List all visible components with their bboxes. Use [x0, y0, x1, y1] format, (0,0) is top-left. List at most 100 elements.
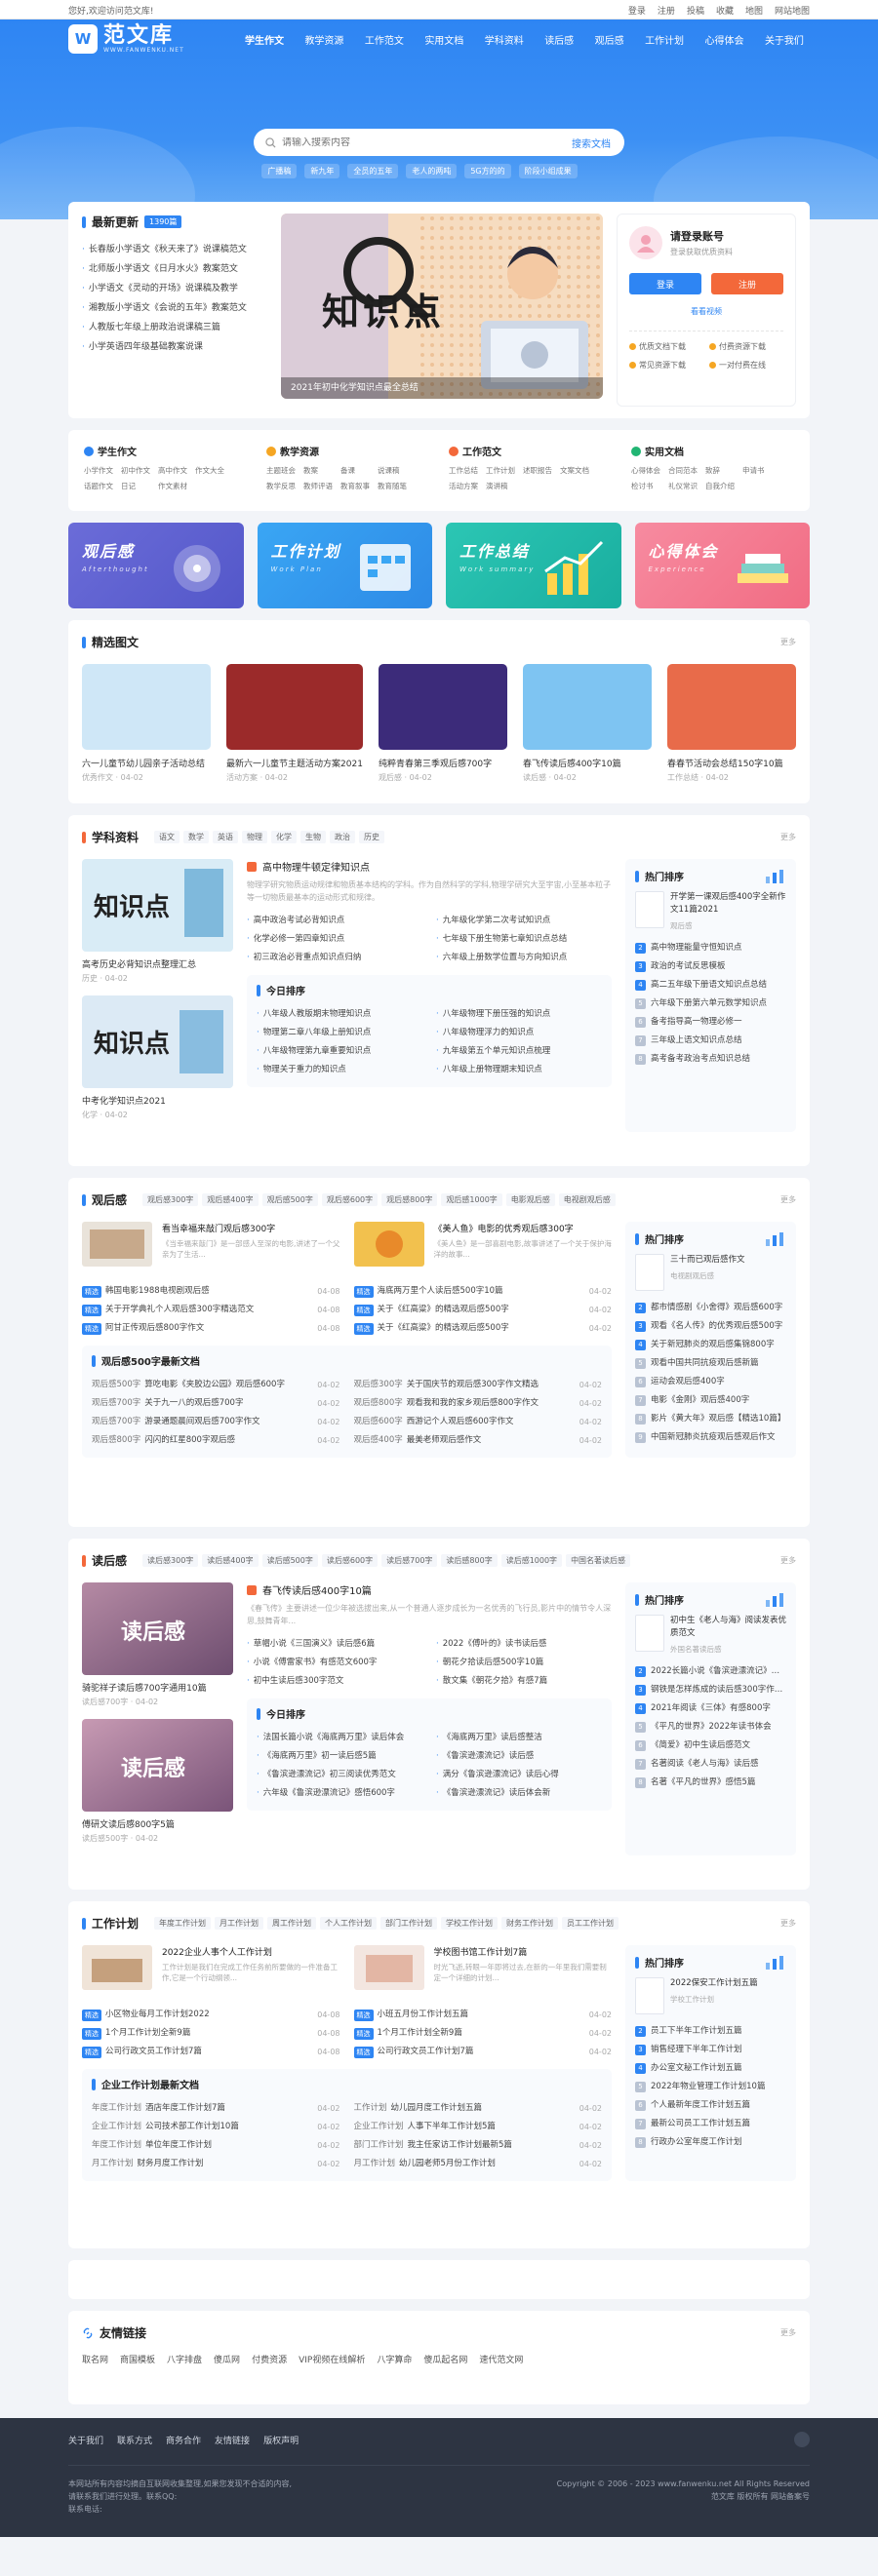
pick-card[interactable]: 最新六一儿童节主题活动方案2021 活动方案 · 04-02 — [226, 664, 363, 783]
list-item[interactable]: 企业工作计划 人事下半年工作计划5篇 04-02 — [354, 2118, 603, 2136]
list-item[interactable]: 《鲁滨逊漂流记》读后感 — [436, 1747, 602, 1766]
footer-link[interactable]: 友情链接 — [215, 2434, 250, 2446]
sitemap-link[interactable]: 网站地图 — [775, 4, 810, 17]
category-header[interactable]: 工作范文 — [449, 444, 612, 458]
rank-item[interactable]: 5 《平凡的世界》2022年读书体会 — [635, 1718, 786, 1737]
list-item[interactable]: 月工作计划 财务月度工作计划 04-02 — [92, 2155, 340, 2173]
list-item[interactable]: 精选 小区物业每月工作计划2022 04-08 — [82, 2006, 340, 2024]
tab[interactable]: 观后感500字 — [261, 1193, 318, 1206]
category-header[interactable]: 教学资源 — [266, 444, 429, 458]
rank-item[interactable]: 8 高考备考政治考点知识总结 — [635, 1050, 786, 1069]
list-item[interactable]: 六年级《鲁滨逊漂流记》感悟600字 — [257, 1784, 422, 1803]
rank-item[interactable]: 6 个人最新年度工作计划五篇 — [635, 2096, 786, 2115]
rank-item[interactable]: 2 员工下半年工作计划五篇 — [635, 2022, 786, 2041]
more-link[interactable]: 更多 — [780, 1194, 796, 1205]
tab[interactable]: 历史 — [359, 831, 385, 843]
rank-item[interactable]: 6 备考指导高一物理必修一 — [635, 1013, 786, 1032]
rank-item[interactable]: 7 三年级上语文知识点总结 — [635, 1032, 786, 1050]
hotword[interactable]: 广播稿 — [261, 164, 298, 178]
rank-item[interactable]: 8 影片《黄大年》观后感【精选10篇】 — [635, 1410, 786, 1428]
tab[interactable]: 员工工作计划 — [562, 1917, 619, 1930]
category-link[interactable]: 主题班会 — [266, 465, 296, 476]
list-item[interactable]: 部门工作计划 我主任家访工作计划最新5篇 04-02 — [354, 2136, 603, 2155]
tab[interactable]: 政治 — [330, 831, 356, 843]
more-link[interactable]: 更多 — [780, 1555, 796, 1566]
footer-link[interactable]: 商务合作 — [166, 2434, 201, 2446]
list-item[interactable]: 小学语文《灵动的开场》说课稿及教学 — [82, 279, 267, 298]
more-link[interactable]: 更多 — [780, 832, 796, 842]
category-header[interactable]: 学生作文 — [84, 444, 247, 458]
more-link[interactable]: 更多 — [780, 1918, 796, 1929]
category-link[interactable]: 礼仪常识 — [668, 481, 698, 491]
tab[interactable]: 学校工作计划 — [441, 1917, 499, 1930]
list-item[interactable]: 八年级物理第九章重要知识点 — [257, 1042, 422, 1061]
list-item[interactable]: 化学必修一第四章知识点 — [247, 930, 422, 949]
category-link[interactable]: 合同范本 — [668, 465, 698, 476]
rank-item[interactable]: 7 电影《金刚》观后感400字 — [635, 1391, 786, 1410]
category-link[interactable]: 工作总结 — [449, 465, 478, 476]
tab[interactable]: 电视剧观后感 — [558, 1193, 616, 1206]
friend-link[interactable]: 付费资源 — [252, 2353, 287, 2365]
tab[interactable]: 读后感800字 — [441, 1554, 498, 1567]
rank-item[interactable]: 4 高二五年级下册语文知识点总结 — [635, 976, 786, 995]
feature-banner[interactable]: 心得体会 Experience — [634, 523, 810, 608]
list-item[interactable]: 精选 1个月工作计划全新9篇 04-02 — [353, 2024, 612, 2043]
pick-card[interactable]: 春春节活动会总结150字10篇 工作总结 · 04-02 — [667, 664, 797, 783]
more-link[interactable]: 更多 — [780, 2327, 796, 2338]
friend-link[interactable]: 傻瓜起名网 — [423, 2353, 467, 2365]
pick-card[interactable]: 春飞传读后感400字10篇 读后感 · 04-02 — [522, 664, 652, 783]
hotword[interactable]: 新九年 — [304, 164, 340, 178]
list-item[interactable]: 观后感700字 游录通题晨间观后感700字作文 04-02 — [92, 1413, 340, 1431]
rank-item[interactable]: 5 六年级下册第六单元数学知识点 — [635, 995, 786, 1013]
category-link[interactable]: 作文大全 — [195, 465, 224, 476]
tab[interactable]: 读后感500字 — [261, 1554, 318, 1567]
list-item[interactable]: 观后感700字 关于九一八的观后感700字 04-02 — [92, 1394, 340, 1413]
rank-item[interactable]: 8 名著《平凡的世界》感悟5篇 — [635, 1774, 786, 1792]
rank-top-item[interactable]: 开学第一课观后感400字全新作文11篇2021 观后感 — [635, 891, 786, 931]
list-item[interactable]: 观后感800字 观看我和我的家乡观后感800字作文 04-02 — [354, 1394, 603, 1413]
list-item[interactable]: 观后感300字 关于国庆节的观后感300字作文精选 04-02 — [354, 1376, 603, 1394]
category-link[interactable]: 文案文档 — [560, 465, 589, 476]
tab[interactable]: 中国名著读后感 — [566, 1554, 631, 1567]
rank-item[interactable]: 4 办公室文秘工作计划五篇 — [635, 2059, 786, 2078]
nav-item[interactable]: 关于我们 — [759, 32, 810, 47]
media-item[interactable]: 学校图书馆工作计划7篇 时光飞逝,转眼一年即将过去,在新的一年里我们需要制定一个详… — [353, 1945, 613, 1990]
feature-banner[interactable]: 观后感 Afterthought — [68, 523, 244, 608]
tab[interactable]: 读后感700字 — [381, 1554, 438, 1567]
list-item[interactable]: 精选 韩国电影1988电视剧观后感 04-08 — [82, 1282, 340, 1301]
nav-item[interactable]: 实用文档 — [419, 32, 469, 47]
rank-top-item[interactable]: 初中生《老人与海》阅读发表优质范文 外国名著读后感 — [635, 1615, 786, 1655]
list-item[interactable]: 八年级人教版期末物理知识点 — [257, 1005, 422, 1024]
list-item[interactable]: 观后感400字 最美老师观后感作文 04-02 — [354, 1431, 603, 1450]
list-item[interactable]: 2022《傅叶的》读书读后感 — [436, 1635, 612, 1654]
list-item[interactable]: 长春版小学语文《秋天来了》说课稿范文 — [82, 240, 267, 259]
friend-link[interactable]: 商国模板 — [120, 2353, 155, 2365]
thumb-card[interactable]: 读后感 傅研文读后感800字5篇 读后感500字 · 04-02 — [82, 1719, 233, 1844]
tab[interactable]: 观后感300字 — [142, 1193, 199, 1206]
category-link[interactable]: 工作计划 — [486, 465, 515, 476]
category-link[interactable]: 高中作文 — [158, 465, 187, 476]
tab[interactable]: 观后感800字 — [381, 1193, 438, 1206]
nav-item[interactable]: 学生作文 — [239, 32, 290, 47]
category-link[interactable]: 教学反思 — [266, 481, 296, 491]
list-item[interactable]: 精选 小班五月份工作计划五篇 04-02 — [353, 2006, 612, 2024]
list-item[interactable]: 《鲁滨逊漂流记》读后体会新 — [436, 1784, 602, 1803]
rank-item[interactable]: 7 最新公司员工工作计划五篇 — [635, 2115, 786, 2133]
rank-item[interactable]: 5 2022年物业管理工作计划10篇 — [635, 2078, 786, 2096]
rank-item[interactable]: 5 观看中国共同抗疫观后感新篇 — [635, 1354, 786, 1373]
list-item[interactable]: 精选 1个月工作计划全新9篇 04-08 — [82, 2024, 340, 2043]
tab[interactable]: 读后感600字 — [321, 1554, 379, 1567]
list-item[interactable]: 八年级物理浮力的知识点 — [436, 1024, 602, 1042]
category-link[interactable]: 述职报告 — [523, 465, 552, 476]
list-item[interactable]: 精选 公司行政文员工作计划7篇 04-02 — [353, 2043, 612, 2061]
tab[interactable]: 读后感1000字 — [500, 1554, 563, 1567]
category-link[interactable]: 话题作文 — [84, 481, 113, 491]
list-item[interactable]: 精选 阿甘正传观后感800字作文 04-08 — [82, 1319, 340, 1338]
category-link[interactable]: 教育叙事 — [340, 481, 370, 491]
nav-item[interactable]: 工作计划 — [639, 32, 690, 47]
footer-link[interactable]: 版权声明 — [263, 2434, 299, 2446]
tab[interactable]: 语文 — [154, 831, 180, 843]
tab[interactable]: 部门工作计划 — [380, 1917, 438, 1930]
list-item[interactable]: 九年级第五个单元知识点梳理 — [436, 1042, 602, 1061]
category-link[interactable]: 初中作文 — [121, 465, 150, 476]
